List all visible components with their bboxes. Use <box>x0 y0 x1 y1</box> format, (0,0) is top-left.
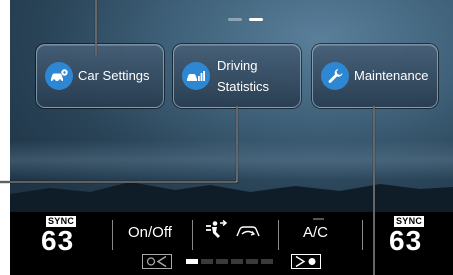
maintenance-button[interactable]: Maintenance <box>312 44 438 108</box>
fan-speed-bar[interactable] <box>186 259 273 264</box>
climate-control-bar: SYNC 63 On/Off A/C SYNC 63 <box>10 212 453 275</box>
divider <box>278 220 279 250</box>
left-temperature[interactable]: 63 <box>41 226 74 256</box>
fan-decrease-icon <box>146 255 167 268</box>
fan-decrease-button[interactable] <box>142 254 172 269</box>
fan-segment <box>231 259 243 264</box>
on-off-button[interactable]: On/Off <box>128 224 172 241</box>
page-dot-active[interactable] <box>249 18 263 21</box>
fan-segment <box>246 259 258 264</box>
fan-segment <box>216 259 228 264</box>
ac-indicator <box>313 218 324 220</box>
mountain-silhouette <box>10 182 453 212</box>
divider <box>362 220 363 250</box>
driving-label-line1: Driving <box>217 58 258 73</box>
airflow-mode-icon[interactable] <box>204 219 228 247</box>
fan-segment <box>261 259 273 264</box>
divider <box>112 220 113 250</box>
recirculation-icon[interactable] <box>236 223 260 244</box>
fan-segment <box>201 259 213 264</box>
car-gear-icon <box>45 62 73 90</box>
fan-increase-icon <box>295 255 316 268</box>
car-bar-chart-icon <box>182 62 210 90</box>
wrench-icon <box>321 62 349 90</box>
divider <box>192 220 193 250</box>
driving-statistics-label: Driving Statistics <box>217 55 269 97</box>
car-settings-label: Car Settings <box>78 68 150 83</box>
right-temperature[interactable]: 63 <box>389 226 422 256</box>
maintenance-label: Maintenance <box>354 68 429 83</box>
ac-button[interactable]: A/C <box>303 224 328 241</box>
page-dot[interactable] <box>228 18 242 21</box>
driving-label-line2: Statistics <box>217 79 270 94</box>
page-indicator[interactable] <box>228 18 263 21</box>
fan-segment <box>186 259 198 264</box>
fan-increase-button[interactable] <box>291 254 321 269</box>
car-settings-button[interactable]: Car Settings <box>36 44 164 108</box>
home-screen: Car Settings Driving Statistics Maintena… <box>10 0 453 212</box>
driving-statistics-button[interactable]: Driving Statistics <box>173 44 301 108</box>
